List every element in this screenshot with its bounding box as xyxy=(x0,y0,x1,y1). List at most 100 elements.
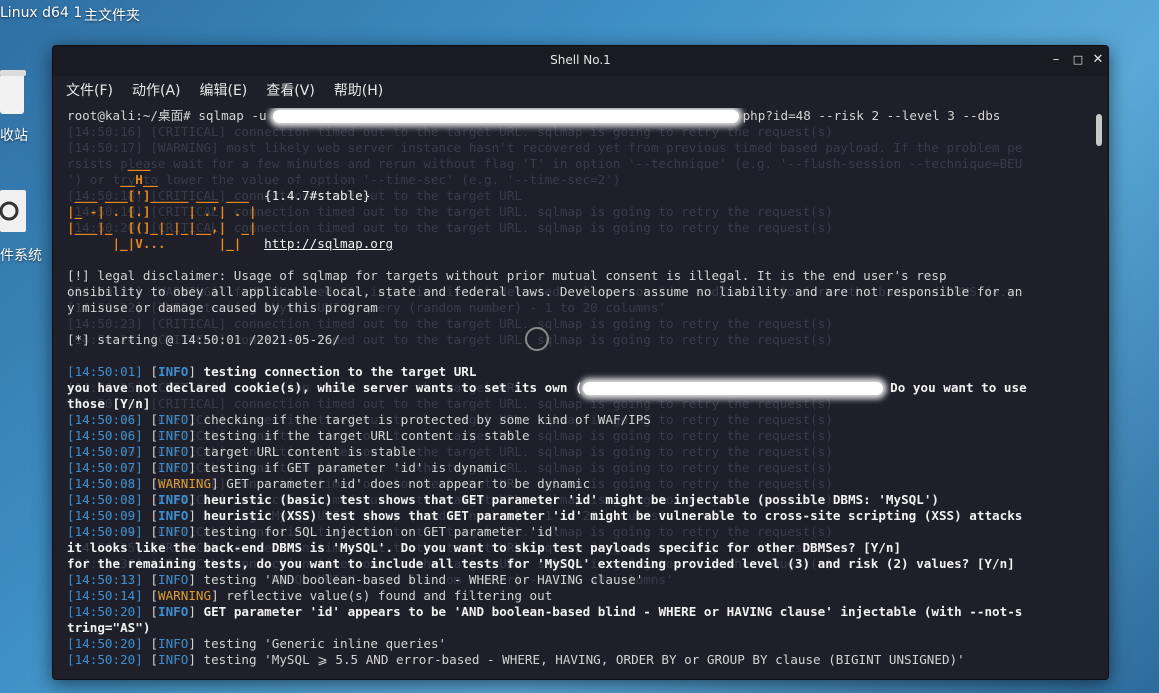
redacted-url xyxy=(272,110,739,123)
log-timestamp: [14:50:07] xyxy=(67,444,143,459)
log-message: reflective value(s) found and filtering … xyxy=(226,588,553,603)
log-level: INFO xyxy=(158,572,189,587)
log-level: INFO xyxy=(158,444,189,459)
log-message: testing 'Generic inline queries' xyxy=(203,636,447,651)
starting-line: [*] starting @ 14:50:01 /2021-05-26/ xyxy=(67,332,340,347)
log-line: [14:50:14] [WARNING] reflective value(s)… xyxy=(67,588,553,603)
log-timestamp: [14:50:08] xyxy=(67,492,143,507)
filesystem-icon[interactable] xyxy=(0,190,28,238)
log-timestamp: [14:50:07] xyxy=(67,460,143,475)
log-message: heuristic (basic) test shows that GET pa… xyxy=(203,492,939,507)
log-level: INFO xyxy=(158,412,189,427)
log-level: INFO xyxy=(158,604,189,619)
disclaimer-line-1: [!] legal disclaimer: Usage of sqlmap fo… xyxy=(67,268,947,283)
log-level: INFO xyxy=(158,364,189,379)
log-message: testing for SQL injection on GET paramet… xyxy=(203,524,560,539)
log-level: INFO xyxy=(158,652,189,667)
log-line: [14:50:13] [INFO] testing 'AND boolean-b… xyxy=(67,572,644,587)
log-timestamp: [14:50:06] xyxy=(67,412,143,427)
log-level: INFO xyxy=(158,492,189,507)
log-level: WARNING xyxy=(158,476,212,491)
log-prompt-text: for the remaining tests, do you want to … xyxy=(67,556,1015,571)
log-timestamp: [14:50:20] xyxy=(67,604,143,619)
scrollbar[interactable] xyxy=(1096,114,1102,669)
log-message: GET parameter 'id' does not appear to be… xyxy=(226,476,591,491)
log-message: target URL content is stable xyxy=(203,444,416,459)
window-titlebar[interactable]: Shell No.1 – □ ✕ xyxy=(53,46,1108,76)
logo-line-6: |_|V... |_| http://sqlmap.org xyxy=(67,236,394,251)
log-line: [14:50:07] [INFO] target URL content is … xyxy=(67,444,416,459)
log-prompt-tail: Do you want to use xyxy=(882,380,1027,395)
log-message: heuristic (XSS) test shows that GET para… xyxy=(203,508,1023,523)
log-timestamp: [14:50:20] xyxy=(67,636,143,651)
menu-view[interactable]: 查看(V) xyxy=(266,80,315,100)
log-timestamp: [14:50:09] xyxy=(67,508,143,523)
desktop-label-trash[interactable]: 收站 xyxy=(0,125,28,145)
log-prompt-text: tring="AS") xyxy=(67,620,151,635)
log-prompt-text: those [Y/n] xyxy=(67,396,151,411)
log-level: INFO xyxy=(158,636,189,651)
log-line: [14:50:09] [INFO] testing for SQL inject… xyxy=(67,524,560,539)
scrollbar-thumb[interactable] xyxy=(1096,114,1102,146)
log-timestamp: [14:50:01] xyxy=(67,364,143,379)
log-message: testing 'AND boolean-based blind - WHERE… xyxy=(203,572,644,587)
logo-line-1: ___ xyxy=(67,156,151,171)
terminal-output[interactable]: root@kali:~/桌面# sqlmap -u php?id=48 --ris… xyxy=(67,108,1079,668)
log-line: [14:50:09] [INFO] heuristic (XSS) test s… xyxy=(67,508,1023,523)
minimize-button[interactable]: – xyxy=(1048,52,1064,68)
menu-action[interactable]: 动作(A) xyxy=(132,80,181,100)
log-timestamp: [14:50:14] xyxy=(67,588,143,603)
log-prompt-text: you have not declared cookie(s), while s… xyxy=(67,380,583,395)
log-line: [14:50:08] [INFO] heuristic (basic) test… xyxy=(67,492,939,507)
log-message: testing if the target URL content is sta… xyxy=(203,428,530,443)
log-timestamp: [14:50:20] xyxy=(67,652,143,667)
logo-line-4: |_ -| . [.] | .'| . | xyxy=(67,204,257,219)
log-message: testing 'MySQL ⩾ 5.5 AND error-based - W… xyxy=(203,652,965,667)
maximize-button[interactable]: □ xyxy=(1070,52,1086,68)
log-timestamp: [14:50:06] xyxy=(67,428,143,443)
log-line: tring="AS") xyxy=(67,620,1079,636)
log-level: INFO xyxy=(158,428,189,443)
desktop-label-linux[interactable]: Linux d64 1 xyxy=(0,4,82,22)
disclaimer-line-2: onsibility to obey all applicable local,… xyxy=(67,284,1023,299)
log-line: [14:50:06] [INFO] testing if the target … xyxy=(67,428,530,443)
log-timestamp: [14:50:13] xyxy=(67,572,143,587)
log-message: GET parameter 'id' appears to be 'AND bo… xyxy=(203,604,1023,619)
log-level: INFO xyxy=(158,460,189,475)
log-level: INFO xyxy=(158,508,189,523)
log-message: testing if GET parameter 'id' is dynamic xyxy=(203,460,507,475)
logo-line-3: ___ ___[']_____ ___ ___ {1.4.7#stable} xyxy=(67,188,371,203)
terminal-window: Shell No.1 – □ ✕ 文件(F) 动作(A) 编辑(E) 查看(V)… xyxy=(52,45,1109,680)
window-title: Shell No.1 xyxy=(550,53,611,67)
logo-line-2: __H__ xyxy=(67,172,158,187)
log-line: you have not declared cookie(s), while s… xyxy=(67,380,1079,396)
mouse-cursor-icon xyxy=(525,327,549,351)
log-message: checking if the target is protected by s… xyxy=(203,412,651,427)
log-line: it looks like the back-end DBMS is 'MySQ… xyxy=(67,540,1079,556)
command-line: root@kali:~/桌面# sqlmap -u php?id=48 --ris… xyxy=(67,108,1001,123)
menu-help[interactable]: 帮助(H) xyxy=(334,80,383,100)
log-line: [14:50:06] [INFO] checking if the target… xyxy=(67,412,651,427)
log-line: for the remaining tests, do you want to … xyxy=(67,556,1079,572)
log-line: [14:50:07] [INFO] testing if GET paramet… xyxy=(67,460,507,475)
redacted-cookie xyxy=(582,382,883,395)
log-prompt-text: it looks like the back-end DBMS is 'MySQ… xyxy=(67,540,902,555)
disclaimer-line-3: y misuse or damage caused by this progra… xyxy=(67,300,378,315)
menu-file[interactable]: 文件(F) xyxy=(66,80,113,100)
log-timestamp: [14:50:08] xyxy=(67,476,143,491)
log-level: WARNING xyxy=(158,588,212,603)
desktop-label-home-folder[interactable]: 主文件夹 xyxy=(84,5,140,25)
log-timestamp: [14:50:09] xyxy=(67,524,143,539)
log-line: [14:50:20] [INFO] testing 'MySQL ⩾ 5.5 A… xyxy=(67,652,965,667)
desktop-label-filesystem[interactable]: 件系统 xyxy=(0,245,42,265)
menu-bar: 文件(F) 动作(A) 编辑(E) 查看(V) 帮助(H) xyxy=(53,76,1108,104)
log-line: [14:50:01] [INFO] testing connection to … xyxy=(67,364,477,379)
log-line: [14:50:20] [INFO] testing 'Generic inlin… xyxy=(67,636,447,651)
log-level: INFO xyxy=(158,524,189,539)
log-lines: [14:50:01] [INFO] testing connection to … xyxy=(67,364,1079,668)
menu-edit[interactable]: 编辑(E) xyxy=(200,80,248,100)
sqlmap-link[interactable]: http://sqlmap.org xyxy=(264,236,393,251)
trash-icon[interactable] xyxy=(0,68,28,120)
close-button[interactable]: ✕ xyxy=(1090,52,1106,68)
log-line: [14:50:20] [INFO] GET parameter 'id' app… xyxy=(67,604,1023,619)
